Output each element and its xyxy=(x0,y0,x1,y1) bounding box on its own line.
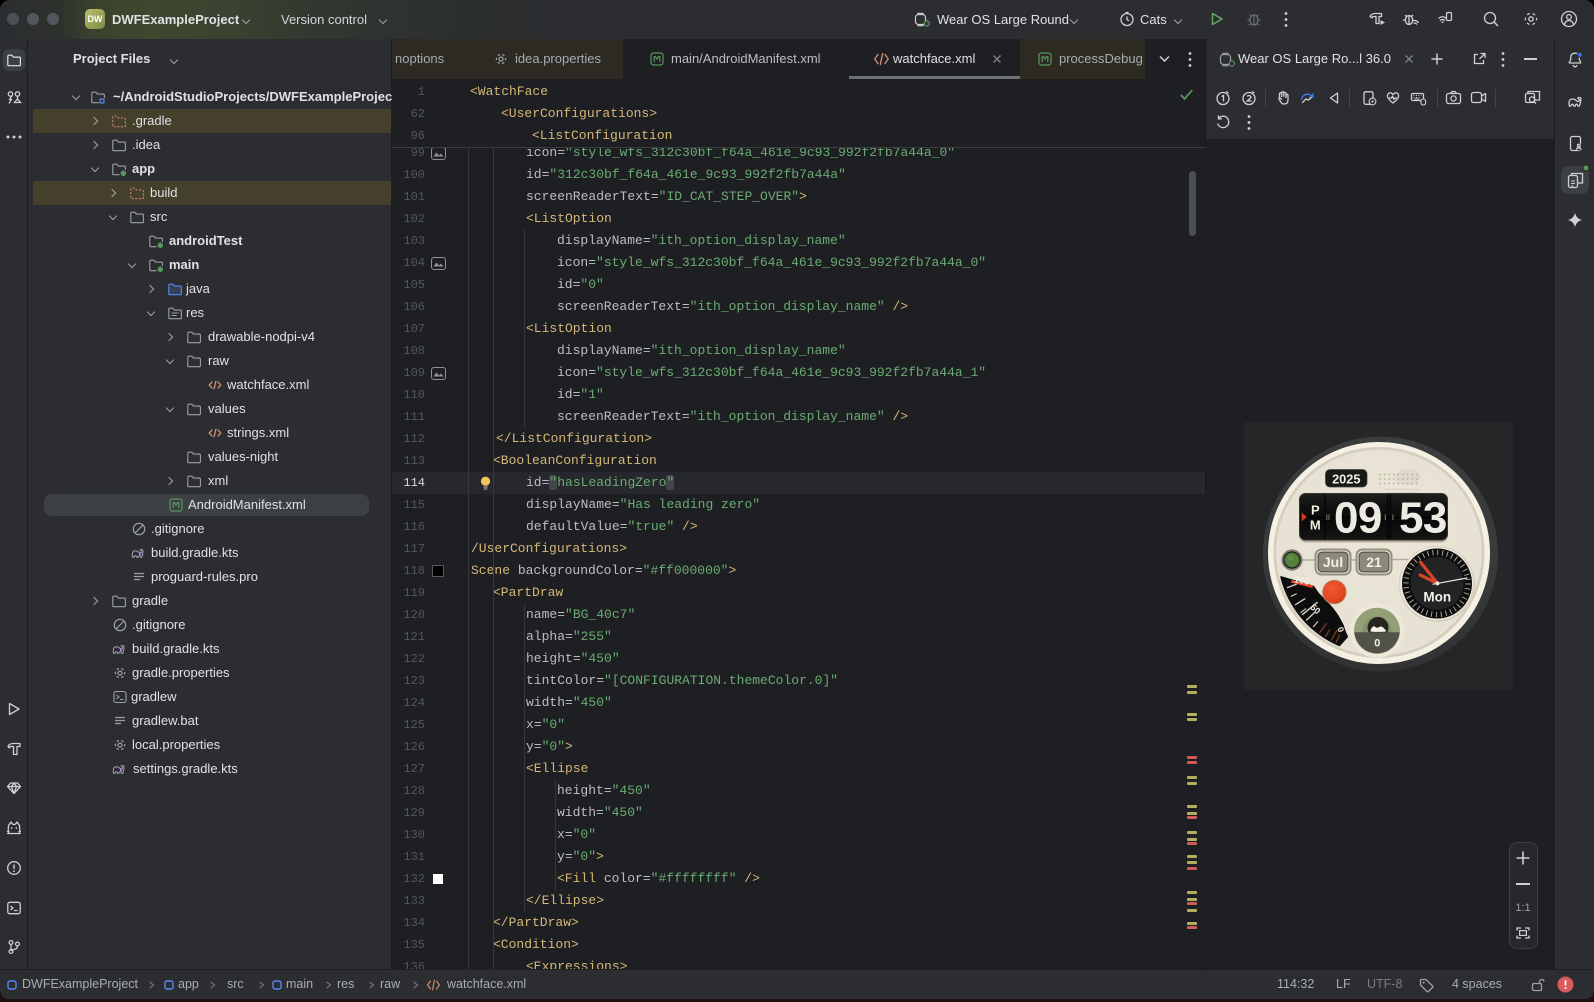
svg-text:M: M xyxy=(1310,518,1321,533)
svg-text:2025: 2025 xyxy=(1332,472,1360,487)
svg-text:Jul: Jul xyxy=(1323,554,1343,570)
svg-text:Mon: Mon xyxy=(1423,590,1451,605)
svg-text:P: P xyxy=(1311,502,1320,517)
svg-text:0: 0 xyxy=(1374,638,1380,650)
svg-text:21: 21 xyxy=(1366,554,1382,570)
svg-text:09: 09 xyxy=(1334,494,1382,543)
svg-text:53: 53 xyxy=(1399,494,1447,543)
